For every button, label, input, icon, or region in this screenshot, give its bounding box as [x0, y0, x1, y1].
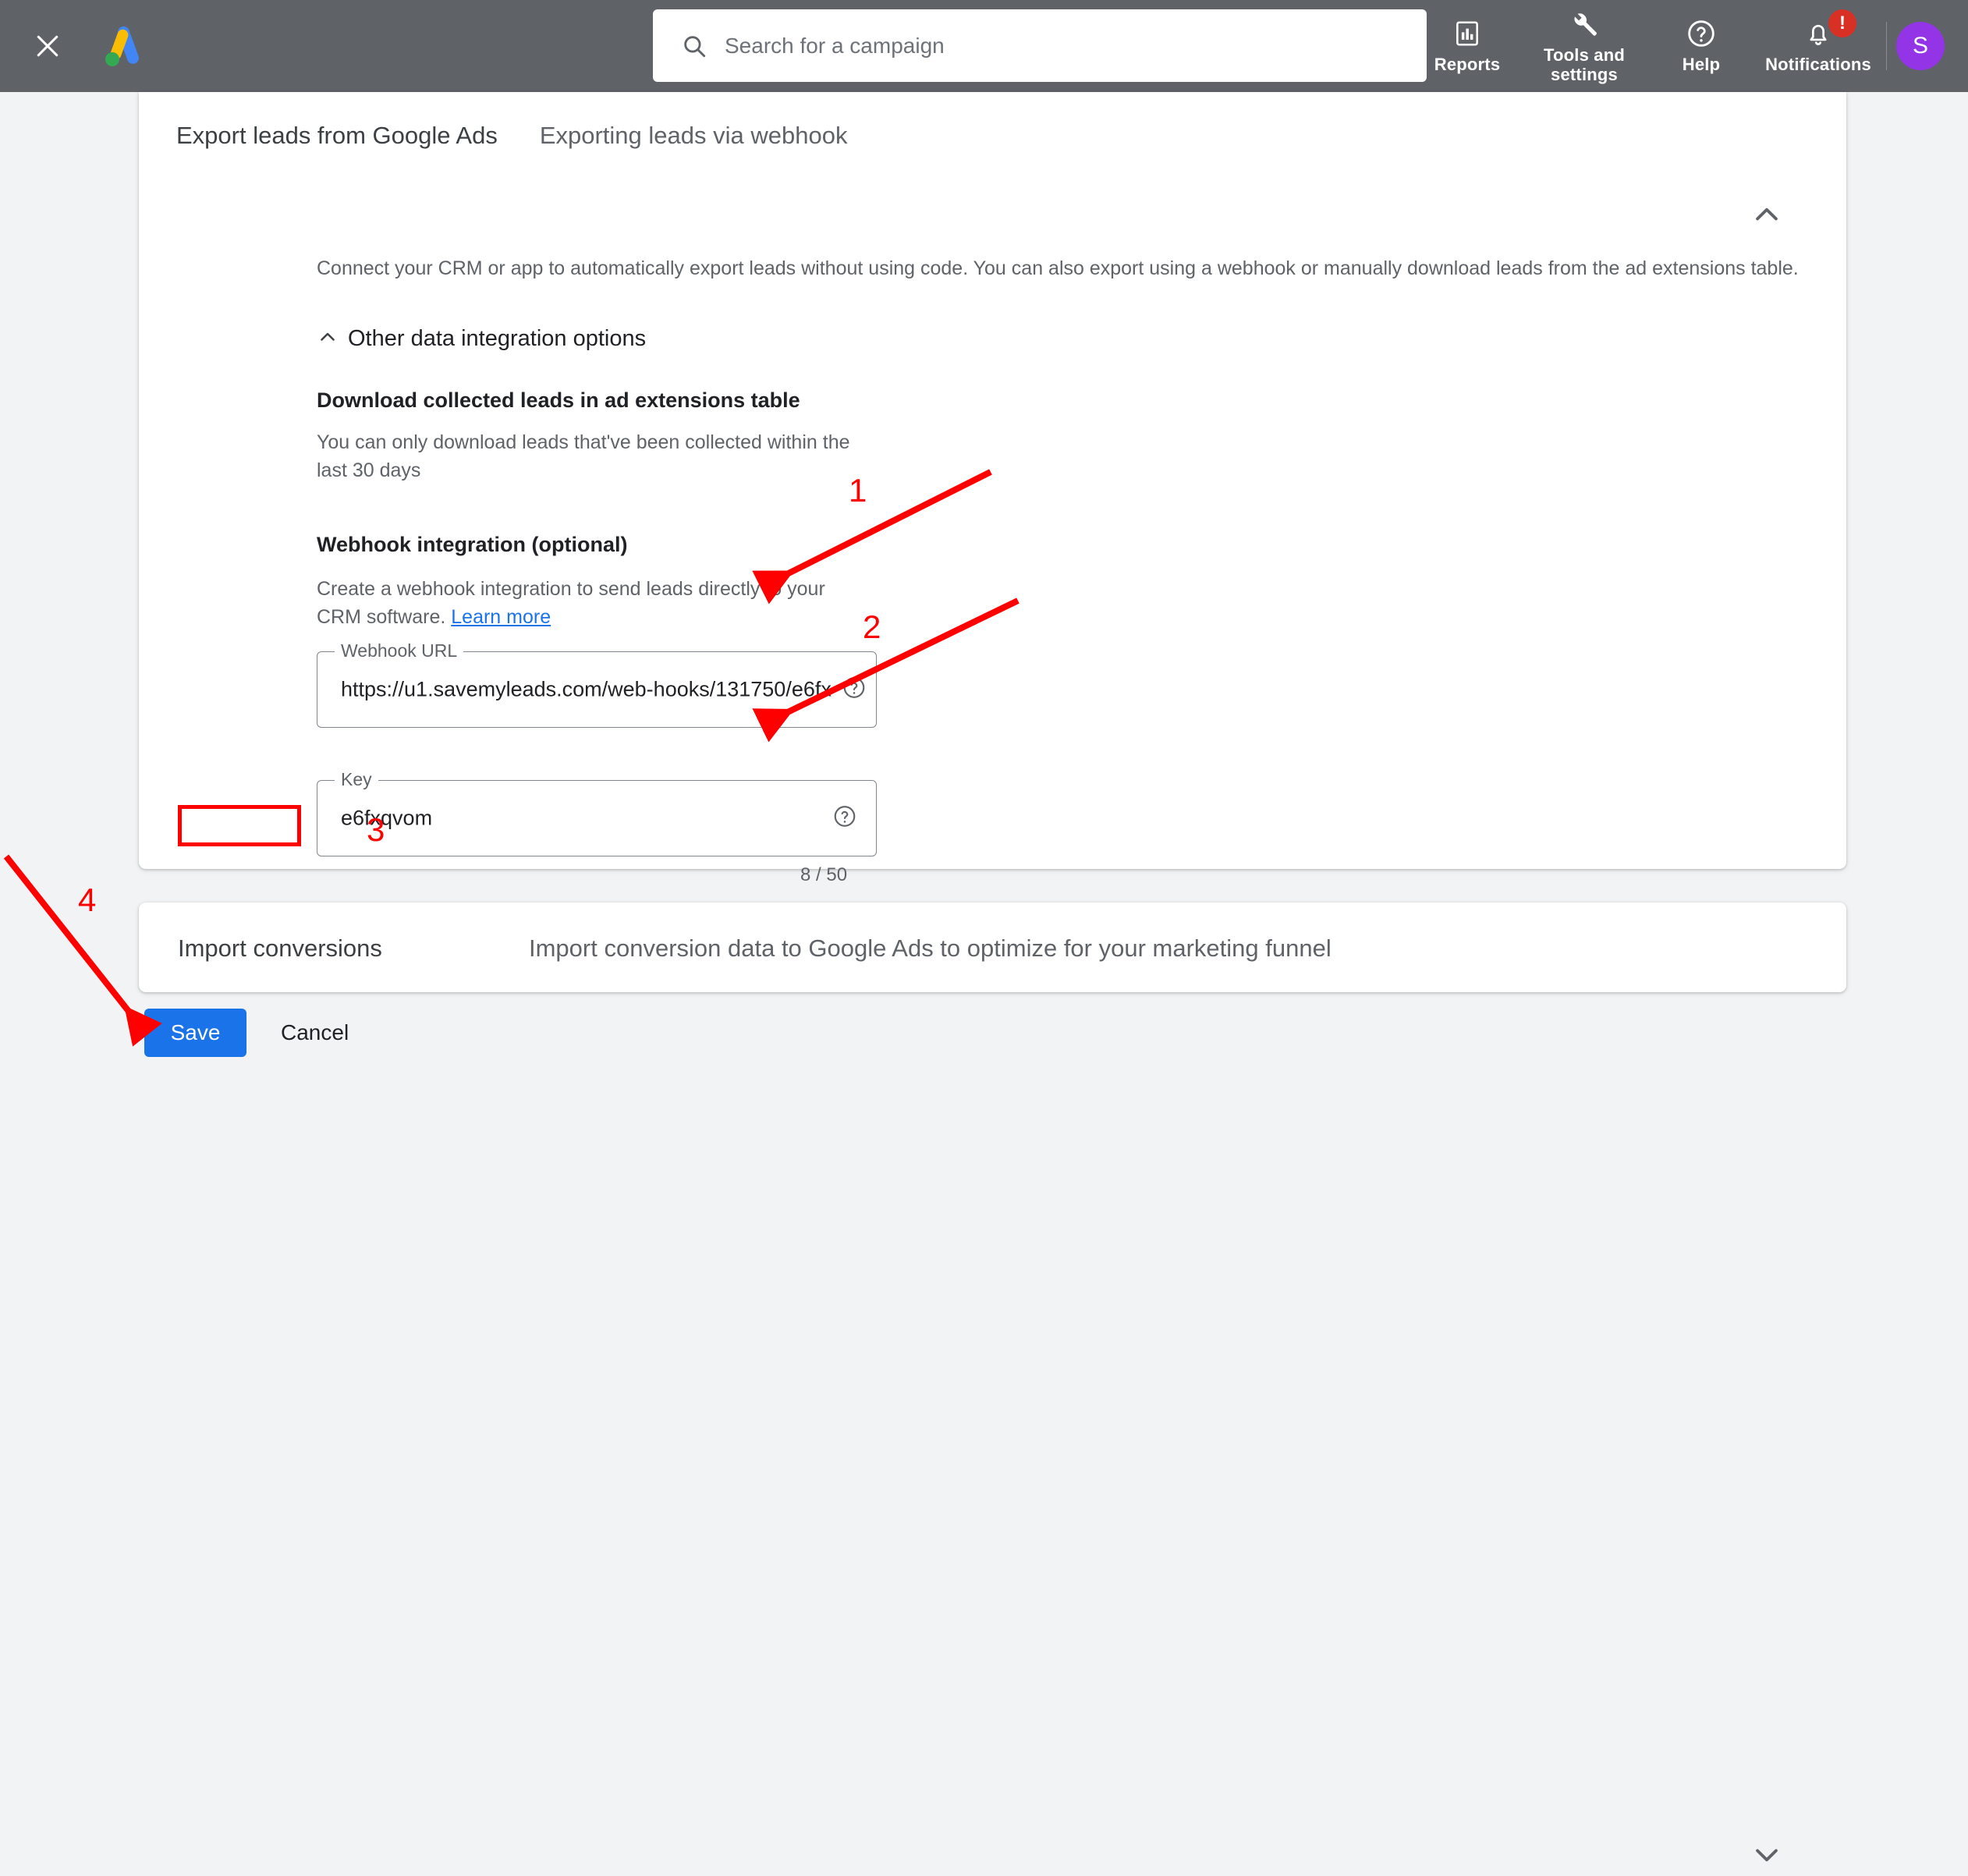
download-section-text: You can only download leads that've been…: [317, 431, 850, 481]
search-input[interactable]: [725, 33, 1427, 59]
help-button[interactable]: Help: [1643, 0, 1760, 92]
help-circle-icon[interactable]: [842, 675, 867, 704]
webhook-url-field[interactable]: Webhook URL: [317, 640, 877, 728]
wrench-icon: [1569, 8, 1599, 41]
key-character-counter: 8 / 50: [800, 864, 848, 885]
annotation-number-1: 1: [849, 472, 867, 509]
top-app-bar: Reports Tools and settings Help: [0, 0, 1968, 92]
chevron-up-icon[interactable]: [1750, 197, 1784, 236]
card-description: Connect your CRM or app to automatically…: [317, 257, 1799, 279]
chevron-down-icon[interactable]: [1750, 1838, 1784, 1876]
webhook-url-input[interactable]: [341, 677, 840, 702]
key-label: Key: [335, 769, 378, 790]
cancel-button[interactable]: Cancel: [270, 1009, 360, 1057]
annotation-number-3: 3: [367, 811, 385, 848]
reports-button[interactable]: Reports: [1409, 0, 1526, 92]
reports-bar-chart-icon: [1452, 17, 1482, 50]
help-question-icon: [1686, 17, 1717, 50]
annotation-arrow-4: [3, 854, 162, 1047]
import-conversions-title: Import conversions: [178, 934, 382, 962]
other-data-integration-options-toggle[interactable]: Other data integration options: [317, 326, 646, 352]
search-icon: [681, 33, 707, 59]
export-leads-card: Export leads from Google Ads Exporting l…: [139, 92, 1846, 931]
search-box[interactable]: [653, 9, 1427, 82]
google-ads-logo-svg: [105, 26, 139, 66]
notifications-button[interactable]: ! Notifications: [1760, 0, 1877, 92]
webhook-section-heading: Webhook integration (optional): [317, 533, 628, 556]
notifications-badge: !: [1828, 9, 1856, 37]
key-field[interactable]: Key: [317, 769, 877, 856]
appbar-divider: [1886, 22, 1887, 70]
close-icon[interactable]: [30, 28, 66, 64]
reports-label: Reports: [1434, 55, 1501, 75]
import-conversions-subtitle: Import conversion data to Google Ads to …: [529, 934, 1332, 962]
key-input[interactable]: [341, 806, 840, 831]
card-subtitle: Exporting leads via webhook: [539, 122, 848, 149]
help-circle-icon[interactable]: [832, 803, 857, 833]
learn-more-link[interactable]: Learn more: [451, 606, 551, 628]
webhook-section-body: Create a webhook integration to send lea…: [317, 578, 825, 628]
webhook-url-label: Webhook URL: [335, 640, 464, 661]
tools-and-settings-button[interactable]: Tools and settings: [1526, 0, 1643, 92]
annotation-number-2: 2: [863, 608, 881, 645]
avatar[interactable]: S: [1896, 22, 1945, 70]
google-ads-logo[interactable]: [99, 21, 149, 71]
help-label: Help: [1682, 55, 1721, 75]
page-title: Export leads from Google Ads: [176, 122, 498, 149]
webhook-section-text: Create a webhook integration to send lea…: [317, 576, 863, 631]
other-options-label: Other data integration options: [348, 326, 647, 351]
chevron-up-icon: [317, 326, 339, 352]
notifications-label: Notifications: [1765, 55, 1871, 75]
annotation-number-4: 4: [78, 881, 97, 918]
tools-and-settings-label: Tools and settings: [1543, 44, 1626, 84]
save-button[interactable]: Save: [144, 1009, 246, 1057]
download-section-heading: Download collected leads in ad extension…: [317, 388, 800, 412]
card-header: Export leads from Google Ads Exporting l…: [139, 92, 1846, 150]
appbar-actions: Reports Tools and settings Help ! Notifi…: [1409, 0, 1968, 92]
